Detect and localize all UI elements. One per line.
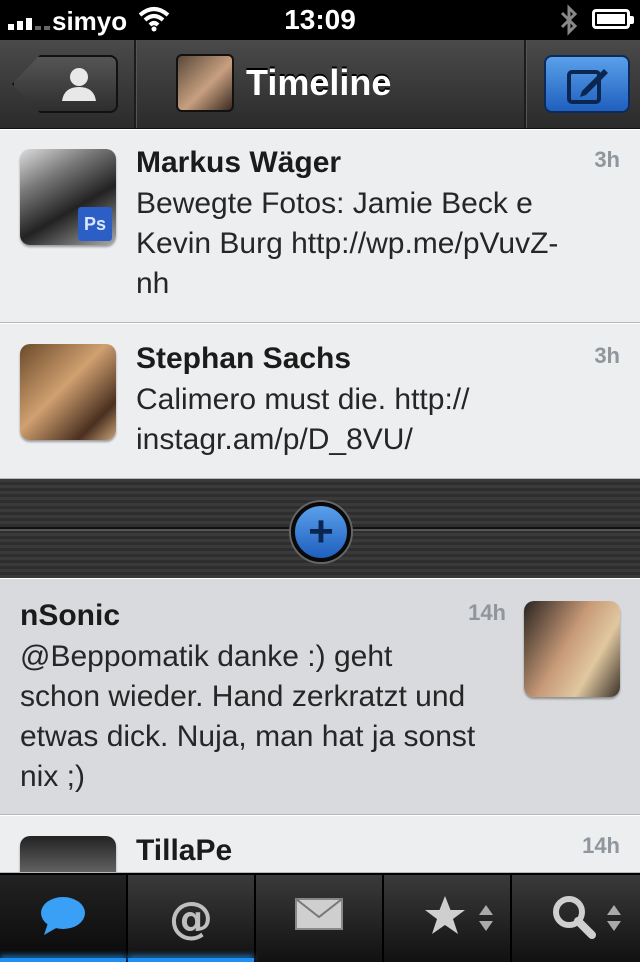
avatar[interactable]	[524, 601, 620, 697]
nav-divider	[134, 40, 136, 128]
status-bar: simyo 13:09	[0, 0, 640, 40]
tweet-text: @Beppomatik danke :) geht schon wieder. …	[20, 640, 476, 793]
envelope-icon	[294, 893, 344, 938]
tweet-author: nSonic	[20, 599, 121, 632]
magnifier-icon	[550, 893, 596, 944]
battery-icon	[592, 9, 634, 29]
active-indicator	[0, 958, 126, 962]
tweet-text: Calimero must die. http:// instagr.am/p/…	[136, 383, 470, 456]
tab-mentions[interactable]: @	[128, 875, 256, 962]
sort-arrows-icon[interactable]	[478, 903, 494, 938]
tweet-time: 14h	[582, 833, 620, 858]
at-sign-icon: @	[166, 893, 216, 948]
compose-icon	[566, 65, 610, 110]
tab-timeline[interactable]	[0, 875, 128, 962]
photoshop-badge: Ps	[78, 207, 112, 241]
tab-messages[interactable]	[256, 875, 384, 962]
tweet-time: 3h	[594, 147, 620, 172]
svg-text:@: @	[169, 893, 213, 943]
page-title: Timeline	[246, 62, 392, 103]
tweet-row[interactable]: Ps Markus Wäger 3h Bewegte Fotos: Jamie …	[0, 129, 640, 323]
clock: 13:09	[284, 4, 356, 35]
tweet-time: 14h	[468, 600, 506, 625]
tweet-row[interactable]: nSonic 14h @Beppomatik danke :) geht sch…	[0, 578, 640, 815]
avatar[interactable]	[20, 836, 116, 872]
avatar[interactable]	[20, 344, 116, 440]
compose-button[interactable]	[544, 55, 630, 113]
tweet-text: Bewegte Fotos: Jamie Beck e Kevin Burg h…	[136, 187, 559, 300]
tweet-row[interactable]: TillaPe 14h	[0, 815, 640, 873]
account-avatar[interactable]	[176, 54, 234, 112]
tweet-row[interactable]: Stephan Sachs 3h Calimero must die. http…	[0, 323, 640, 479]
bluetooth-icon	[558, 4, 580, 41]
nav-divider	[524, 40, 526, 128]
speech-bubble-icon	[38, 893, 88, 944]
tweet-author: Markus Wäger	[136, 146, 342, 179]
people-icon	[56, 65, 102, 108]
sort-arrows-icon[interactable]	[606, 903, 622, 938]
tweet-author: TillaPe	[136, 834, 233, 867]
tweet-author: Stephan Sachs	[136, 342, 352, 375]
tab-search[interactable]	[512, 875, 640, 962]
star-icon	[422, 893, 468, 944]
avatar[interactable]: Ps	[20, 149, 116, 245]
navigation-bar: Timeline	[0, 40, 640, 129]
accounts-back-button[interactable]	[12, 55, 118, 113]
tab-favorites[interactable]	[384, 875, 512, 962]
tweet-time: 3h	[594, 343, 620, 368]
load-more-button[interactable]: +	[291, 502, 351, 562]
unread-indicator	[128, 958, 254, 962]
tab-bar: @	[0, 873, 640, 962]
plus-icon: +	[308, 507, 334, 556]
